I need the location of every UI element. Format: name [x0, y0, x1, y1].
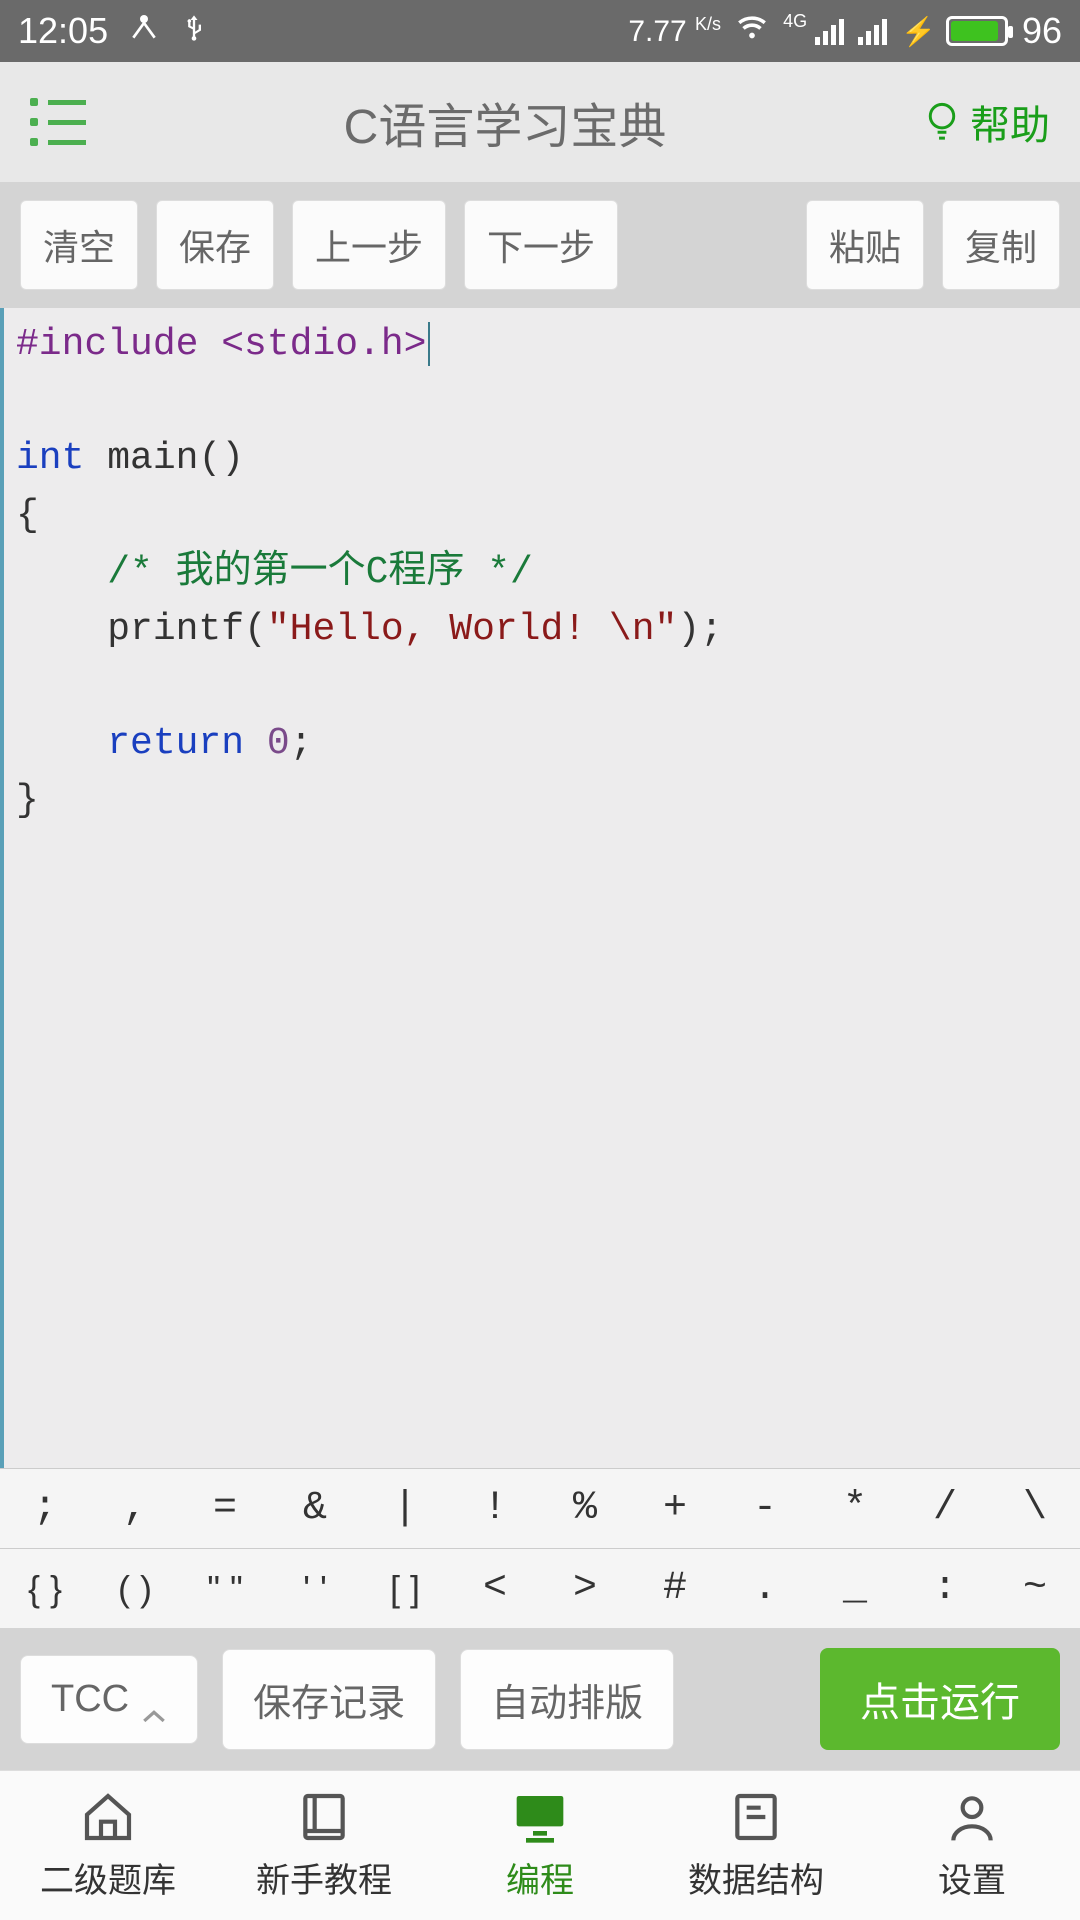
- nav-ds[interactable]: 数据结构: [648, 1771, 864, 1920]
- sym-braces[interactable]: { }: [0, 1549, 90, 1628]
- bulb-icon: [924, 100, 960, 144]
- sym-pipe[interactable]: |: [360, 1469, 450, 1548]
- redo-button[interactable]: 下一步: [464, 200, 618, 290]
- usb-icon: [180, 10, 208, 53]
- code-include: #include <stdio.h>: [16, 323, 426, 366]
- compiler-row: TCC 保存记录 自动排版 点击运行: [0, 1628, 1080, 1770]
- nav-tutorial-label: 新手教程: [256, 1853, 392, 1902]
- auto-format-button[interactable]: 自动排版: [460, 1649, 674, 1750]
- sym-backslash[interactable]: \: [990, 1469, 1080, 1548]
- help-label: 帮助: [970, 93, 1050, 151]
- sym-slash[interactable]: /: [900, 1469, 990, 1548]
- sym-lt[interactable]: <: [450, 1549, 540, 1628]
- paste-button[interactable]: 粘贴: [806, 200, 924, 290]
- compiler-label: TCC: [51, 1678, 129, 1721]
- code-kw-int: int: [16, 437, 84, 480]
- sym-comma[interactable]: ,: [90, 1469, 180, 1548]
- menu-icon[interactable]: [30, 98, 86, 146]
- sym-tilde[interactable]: ~: [990, 1549, 1080, 1628]
- cursor: [428, 322, 430, 366]
- screencast-icon: [128, 10, 160, 52]
- sym-underscore[interactable]: _: [810, 1549, 900, 1628]
- sym-plus[interactable]: +: [630, 1469, 720, 1548]
- sym-brackets[interactable]: [ ]: [360, 1549, 450, 1628]
- code-main: main(): [84, 437, 244, 480]
- sym-gt[interactable]: >: [540, 1549, 630, 1628]
- status-bar: 12:05 7.77 K/s 4G ⚡ 96: [0, 0, 1080, 62]
- code-editor[interactable]: #include <stdio.h> int main() { /* 我的第一个…: [0, 308, 1080, 1468]
- monitor-icon: [512, 1789, 568, 1845]
- sym-semicolon[interactable]: ;: [0, 1469, 90, 1548]
- nav-exam[interactable]: 二级题库: [0, 1771, 216, 1920]
- run-button[interactable]: 点击运行: [820, 1648, 1060, 1750]
- charging-icon: ⚡: [901, 15, 936, 48]
- sym-dquotes[interactable]: " ": [180, 1549, 270, 1628]
- clear-button[interactable]: 清空: [20, 200, 138, 290]
- status-speed: 7.77 K/s: [628, 14, 721, 49]
- sym-parens[interactable]: ( ): [90, 1549, 180, 1628]
- nav-code-label: 编程: [506, 1853, 574, 1902]
- home-icon: [80, 1789, 136, 1845]
- code-num: 0: [267, 722, 290, 765]
- nav-exam-label: 二级题库: [40, 1853, 176, 1902]
- document-icon: [728, 1789, 784, 1845]
- symbol-row-1: ; , = & | ! % + - * / \: [0, 1468, 1080, 1548]
- undo-button[interactable]: 上一步: [292, 200, 446, 290]
- sym-dot[interactable]: .: [720, 1549, 810, 1628]
- nav-ds-label: 数据结构: [688, 1853, 824, 1902]
- code-brace-close: }: [16, 779, 39, 822]
- help-button[interactable]: 帮助: [924, 93, 1050, 151]
- sym-equals[interactable]: =: [180, 1469, 270, 1548]
- signal-icon-2: [858, 17, 887, 45]
- sym-squotes[interactable]: ' ': [270, 1549, 360, 1628]
- nav-settings[interactable]: 设置: [864, 1771, 1080, 1920]
- compiler-select[interactable]: TCC: [20, 1655, 198, 1744]
- code-printf: printf(: [16, 608, 267, 651]
- sym-minus[interactable]: -: [720, 1469, 810, 1548]
- copy-button[interactable]: 复制: [942, 200, 1060, 290]
- symbol-row-2: { } ( ) " " ' ' [ ] < > # . _ : ~: [0, 1548, 1080, 1628]
- sym-colon[interactable]: :: [900, 1549, 990, 1628]
- wifi-icon: [735, 10, 769, 53]
- nav-settings-label: 设置: [938, 1853, 1006, 1902]
- code-kw-return: return: [107, 722, 244, 765]
- sym-bang[interactable]: !: [450, 1469, 540, 1548]
- sym-ampersand[interactable]: &: [270, 1469, 360, 1548]
- save-button[interactable]: 保存: [156, 200, 274, 290]
- code-brace-open: {: [16, 494, 39, 537]
- sym-hash[interactable]: #: [630, 1549, 720, 1628]
- book-icon: [296, 1789, 352, 1845]
- bottom-nav: 二级题库 新手教程 编程 数据结构 设置: [0, 1770, 1080, 1920]
- status-time: 12:05: [18, 10, 108, 52]
- nav-tutorial[interactable]: 新手教程: [216, 1771, 432, 1920]
- person-icon: [944, 1789, 1000, 1845]
- status-battery: 96: [1022, 10, 1062, 52]
- code-comment: /* 我的第一个C程序 */: [107, 551, 533, 594]
- battery-icon: [946, 16, 1008, 46]
- nav-code[interactable]: 编程: [432, 1771, 648, 1920]
- app-title: C语言学习宝典: [86, 87, 924, 157]
- sym-star[interactable]: *: [810, 1469, 900, 1548]
- code-string: "Hello, World! \n": [267, 608, 677, 651]
- save-history-button[interactable]: 保存记录: [222, 1649, 436, 1750]
- status-4g: 4G: [783, 11, 807, 32]
- signal-icon-1: [815, 17, 844, 45]
- app-header: C语言学习宝典 帮助: [0, 62, 1080, 182]
- chevron-up-icon: [141, 1691, 167, 1707]
- toolbar: 清空 保存 上一步 下一步 粘贴 复制: [0, 182, 1080, 308]
- sym-percent[interactable]: %: [540, 1469, 630, 1548]
